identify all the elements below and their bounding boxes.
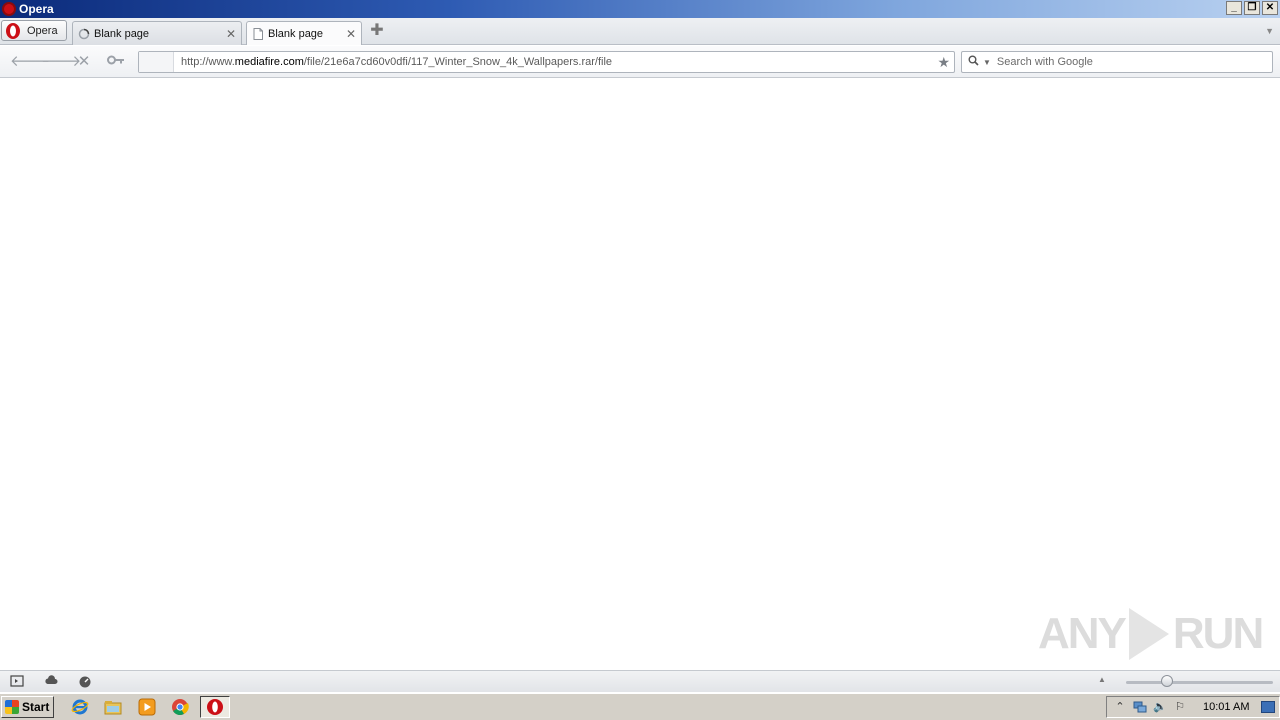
tab-list-chevron-icon[interactable]: ▼ — [1265, 26, 1274, 36]
clock[interactable]: 10:01 AM — [1203, 701, 1249, 713]
tab-blank-page-active[interactable]: Blank page ✕ — [246, 21, 362, 45]
minimize-button[interactable]: _ — [1226, 1, 1242, 15]
search-engine-chevron-down-icon[interactable]: ▼ — [983, 58, 991, 67]
panel-toggle-icon[interactable] — [10, 675, 24, 689]
zoom-slider-thumb[interactable] — [1161, 675, 1173, 687]
opera-o-icon — [3, 22, 23, 40]
media-player-icon[interactable] — [138, 698, 156, 716]
tab-bar: Opera Blank page ✕ Blank page ✕ ✚ ▼ — [0, 18, 1280, 45]
zoom-triangle-up-icon[interactable]: ▲ — [1098, 675, 1106, 684]
internet-explorer-icon[interactable] — [71, 698, 89, 716]
show-desktop-icon[interactable] — [1261, 701, 1275, 713]
opera-menu-button[interactable]: Opera — [1, 20, 67, 41]
turbo-speedometer-icon[interactable] — [78, 675, 92, 689]
restore-button[interactable]: ❐ — [1244, 1, 1260, 15]
bookmark-star-icon[interactable]: ★ — [937, 54, 950, 71]
tab-blank-page-loading[interactable]: Blank page ✕ — [72, 21, 242, 45]
close-button[interactable]: ✕ — [1262, 1, 1278, 15]
anyrun-watermark: ANY RUN — [1038, 608, 1264, 660]
loading-spinner-icon — [78, 28, 90, 40]
system-tray: ⌃ 🔈 ⚐ 10:01 AM — [1106, 696, 1280, 718]
search-icon — [968, 55, 979, 69]
stop-icon[interactable]: ✕ — [74, 53, 94, 71]
taskbar: Start ⌃ 🔈 ⚐ 10:01 AM — [0, 693, 1280, 720]
file-explorer-folder-icon[interactable] — [104, 698, 122, 716]
zoom-slider-track[interactable] — [1126, 681, 1273, 684]
windows-logo-icon — [5, 700, 19, 714]
forward-arrow-icon[interactable]: 🡒 — [41, 53, 81, 71]
address-field[interactable]: http://www.mediafire.com/file/21e6a7cd60… — [138, 51, 955, 73]
search-field[interactable]: ▼ — [961, 51, 1273, 73]
action-center-flag-icon[interactable]: ⚐ — [1173, 700, 1187, 714]
taskbar-opera-button[interactable] — [200, 696, 230, 718]
url-text[interactable]: http://www.mediafire.com/file/21e6a7cd60… — [181, 56, 612, 68]
chrome-icon[interactable] — [171, 698, 189, 716]
title-bar: Opera _ ❐ ✕ — [0, 0, 1280, 18]
site-info-badge[interactable] — [139, 52, 174, 72]
status-bar: ▲ — [0, 670, 1280, 692]
play-triangle-icon — [1128, 608, 1169, 660]
window-controls: _ ❐ ✕ — [1226, 1, 1278, 15]
opera-unite-cloud-icon[interactable] — [44, 675, 58, 689]
tab-label: Blank page — [268, 27, 324, 40]
key-icon[interactable] — [106, 53, 126, 71]
new-tab-plus-icon[interactable]: ✚ — [369, 23, 385, 39]
page-content — [0, 79, 1280, 670]
navigation-bar: 🡐 🡒 ✕ http://www.mediafire.com/file/21e6… — [0, 46, 1280, 78]
back-arrow-icon[interactable]: 🡐 — [10, 53, 50, 71]
search-input[interactable] — [996, 56, 1257, 68]
page-icon — [252, 27, 264, 40]
start-label: Start — [22, 700, 50, 714]
network-icon[interactable] — [1133, 700, 1147, 714]
show-hidden-icons-chevron-icon[interactable]: ⌃ — [1113, 700, 1127, 714]
volume-speaker-icon[interactable]: 🔈 — [1153, 700, 1167, 714]
tab-close-icon[interactable]: ✕ — [226, 27, 236, 41]
start-button[interactable]: Start — [1, 696, 54, 718]
window-title: Opera — [19, 2, 54, 16]
tab-label: Blank page — [94, 27, 150, 40]
opera-logo-icon — [2, 2, 16, 16]
tab-close-icon[interactable]: ✕ — [346, 27, 356, 41]
opera-menu-label: Opera — [27, 24, 58, 37]
